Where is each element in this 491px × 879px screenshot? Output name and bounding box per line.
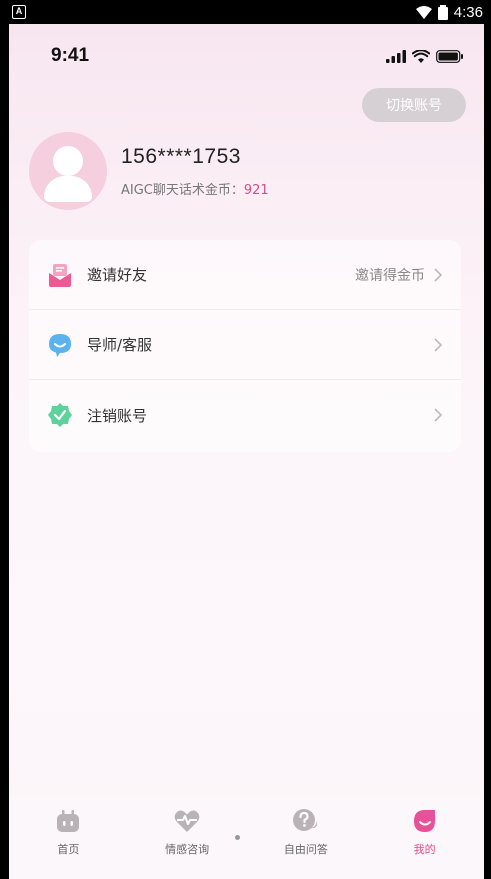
tab-label: 情感咨询 — [165, 843, 210, 856]
menu-item-mentor-service[interactable]: 导师/客服 — [29, 310, 461, 380]
coins-balance: AIGC聊天话术金币：921 — [121, 179, 269, 198]
system-time: 4:36 — [453, 3, 483, 21]
menu-item-invite-friends[interactable]: 邀请好友 邀请得金币 — [29, 240, 461, 310]
system-status-bar: A 4:36 — [0, 0, 491, 24]
battery-icon — [437, 4, 448, 20]
question-icon — [292, 809, 317, 831]
tab-emotional-consult[interactable]: 情感咨询 — [137, 807, 237, 857]
chevron-right-icon — [434, 408, 443, 422]
chevron-right-icon — [434, 337, 443, 352]
wifi-icon — [412, 49, 430, 63]
coins-value: 921 — [243, 182, 269, 198]
chevron-right-icon — [434, 267, 443, 282]
tab-label: 我的 — [413, 843, 436, 856]
app-screen: 9:41 切换账号 156****1753 AIGC聊天话术金币：921 邀请好… — [9, 24, 484, 879]
tab-free-qa[interactable]: 自由问答 — [256, 807, 356, 857]
bottom-tab-bar: 首页 情感咨询 自由问答 我的 — [9, 795, 484, 879]
battery-icon — [436, 49, 463, 63]
shield-check-icon — [48, 403, 72, 427]
chat-bubble-icon — [49, 333, 71, 357]
notification-a-icon: A — [12, 5, 26, 19]
menu-item-label: 邀请好友 — [87, 266, 148, 284]
tab-label: 自由问答 — [283, 843, 328, 856]
tab-mine[interactable]: 我的 — [375, 807, 475, 857]
settings-menu: 邀请好友 邀请得金币 导师/客服 注销账号 — [29, 240, 461, 452]
switch-account-button[interactable]: 切换账号 — [362, 88, 466, 122]
phone-number: 156****1753 — [121, 144, 241, 168]
coins-label: AIGC聊天话术金币： — [121, 182, 244, 198]
tab-label: 首页 — [57, 843, 80, 856]
heartbeat-icon — [174, 810, 200, 832]
app-status-time: 9:41 — [51, 45, 90, 66]
menu-item-label: 注销账号 — [87, 406, 148, 425]
profile-drop-icon — [413, 810, 435, 832]
menu-item-label: 导师/客服 — [87, 336, 153, 354]
app-status-bar: 9:41 — [9, 24, 484, 88]
page-indicator-dot — [235, 835, 240, 840]
profile-header: 156****1753 AIGC聊天话术金币：921 — [29, 132, 269, 210]
robot-icon — [57, 810, 80, 832]
avatar[interactable] — [29, 132, 107, 210]
wifi-icon — [415, 5, 432, 19]
tab-home[interactable]: 首页 — [18, 807, 118, 857]
menu-item-delete-account[interactable]: 注销账号 — [29, 380, 461, 450]
envelope-icon — [49, 263, 71, 287]
cellular-signal-icon — [386, 49, 406, 63]
invite-reward-hint: 邀请得金币 — [355, 267, 425, 284]
